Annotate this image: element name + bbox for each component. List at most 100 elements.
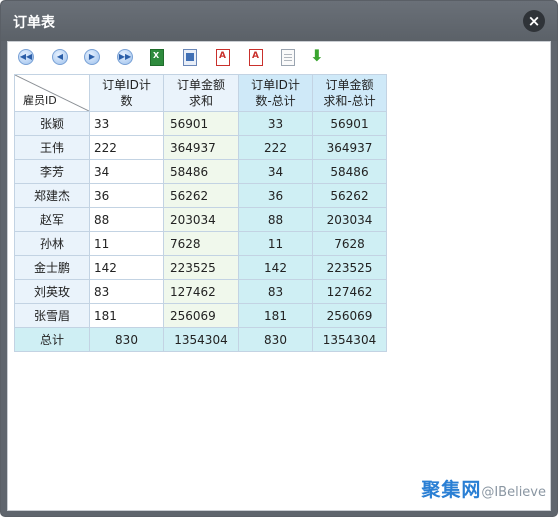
order-table-dialog: 订单表 × ◀◀ ◀ ▶ ▶▶ X A A ⬇ 雇员ID 订单ID计数 订单金额… (0, 0, 558, 517)
employee-name: 赵军 (14, 207, 90, 232)
header-order-count[interactable]: 订单ID计数 (89, 74, 164, 112)
table-row: 赵军 88 203034 88 203034 (14, 207, 387, 232)
order-count-cell: 83 (89, 279, 164, 304)
table-row: 张雪眉 181 256069 181 256069 (14, 303, 387, 328)
order-amount-total-cell: 223525 (312, 255, 387, 280)
prev-page-button[interactable]: ◀ (52, 49, 68, 65)
order-count-cell: 11 (89, 231, 164, 256)
employee-name: 张颖 (14, 111, 90, 136)
order-amount-cell: 127462 (163, 279, 239, 304)
dialog-titlebar[interactable]: 订单表 × (1, 1, 557, 41)
order-count-cell: 222 (89, 135, 164, 160)
corner-header: 雇员ID (14, 74, 90, 112)
download-button[interactable]: ⬇ (308, 46, 326, 65)
order-count-total-cell: 34 (238, 159, 313, 184)
employee-name: 金士鹏 (14, 255, 90, 280)
export-text-button[interactable] (281, 49, 295, 66)
order-count-cell: 36 (89, 183, 164, 208)
total-amount: 1354304 (163, 327, 239, 352)
order-count-total-cell: 11 (238, 231, 313, 256)
header-order-amount[interactable]: 订单金额 求和 (163, 74, 239, 112)
last-page-button[interactable]: ▶▶ (117, 49, 133, 65)
order-count-cell: 34 (89, 159, 164, 184)
order-amount-total-cell: 56262 (312, 183, 387, 208)
header-order-count-total[interactable]: 订单ID计数-总计 (238, 74, 313, 112)
employee-name: 刘英玫 (14, 279, 90, 304)
total-amount-total: 1354304 (312, 327, 387, 352)
total-row: 总计 830 1354304 830 1354304 (14, 327, 387, 352)
order-count-total-cell: 142 (238, 255, 313, 280)
header-order-amount-total[interactable]: 订单金额求和-总计 (312, 74, 387, 112)
table-row: 金士鹏 142 223525 142 223525 (14, 255, 387, 280)
order-count-cell: 88 (89, 207, 164, 232)
order-amount-cell: 7628 (163, 231, 239, 256)
order-amount-total-cell: 58486 (312, 159, 387, 184)
order-amount-total-cell: 7628 (312, 231, 387, 256)
header-row: 雇员ID 订单ID计数 订单金额求和 订单ID计数-总计 订单金额求和-总计 (14, 74, 387, 112)
employee-name: 王伟 (14, 135, 90, 160)
next-page-icon: ▶ (88, 52, 96, 61)
total-label: 总计 (14, 327, 90, 352)
order-amount-total-cell: 364937 (312, 135, 387, 160)
order-amount-cell: 56901 (163, 111, 239, 136)
order-amount-cell: 58486 (163, 159, 239, 184)
order-amount-total-cell: 256069 (312, 303, 387, 328)
order-count-total-cell: 222 (238, 135, 313, 160)
order-amount-cell: 364937 (163, 135, 239, 160)
order-amount-cell: 203034 (163, 207, 239, 232)
order-count-total-cell: 181 (238, 303, 313, 328)
watermark: 聚集网@IBelieve (421, 475, 546, 502)
table-row: 张颖 33 56901 33 56901 (14, 111, 387, 136)
pivot-table: 雇员ID 订单ID计数 订单金额求和 订单ID计数-总计 订单金额求和-总计 张… (14, 74, 387, 352)
close-button[interactable]: × (523, 10, 545, 32)
export-pdf-alt-button[interactable]: A (249, 49, 263, 66)
table-row: 孙林 11 7628 11 7628 (14, 231, 387, 256)
employee-name: 李芳 (14, 159, 90, 184)
header-line: 求和-总计 (323, 94, 376, 108)
order-amount-total-cell: 127462 (312, 279, 387, 304)
order-amount-cell: 223525 (163, 255, 239, 280)
order-amount-total-cell: 203034 (312, 207, 387, 232)
order-amount-cell: 56262 (163, 183, 239, 208)
table-body: 张颖 33 56901 33 56901 王伟 222 364937 222 364937 李芳 34… (14, 111, 387, 328)
employee-name: 张雪眉 (14, 303, 90, 328)
header-line: 订单金额 (176, 78, 225, 92)
header-line: 数-总计 (255, 94, 296, 108)
header-line: 订单ID计 (102, 78, 151, 92)
corner-label: 雇员ID (23, 94, 57, 107)
header-line: 订单ID计 (251, 78, 300, 92)
order-count-cell: 142 (89, 255, 164, 280)
watermark-handle: @IBelieve (481, 485, 546, 500)
dialog-title: 订单表 (13, 15, 55, 31)
table-row: 王伟 222 364937 222 364937 (14, 135, 387, 160)
table-row: 郑建杰 36 56262 36 56262 (14, 183, 387, 208)
export-excel-icon: X (153, 51, 160, 60)
order-count-cell: 181 (89, 303, 164, 328)
header-line: 数 (120, 94, 133, 108)
download-icon: ⬇ (310, 46, 324, 65)
export-excel-button[interactable]: X (150, 49, 164, 66)
last-page-icon: ▶▶ (118, 52, 132, 61)
employee-name: 孙林 (14, 231, 90, 256)
dialog-content: ◀◀ ◀ ▶ ▶▶ X A A ⬇ 雇员ID 订单ID计数 订单金额求和 订单I… (7, 41, 551, 511)
order-count-cell: 33 (89, 111, 164, 136)
export-word-button[interactable] (183, 49, 197, 66)
header-line: 订单金额 (325, 78, 374, 92)
order-count-total-cell: 36 (238, 183, 313, 208)
next-page-button[interactable]: ▶ (84, 49, 100, 65)
order-count-total-cell: 33 (238, 111, 313, 136)
table-row: 李芳 34 58486 34 58486 (14, 159, 387, 184)
order-amount-cell: 256069 (163, 303, 239, 328)
export-pdf-button[interactable]: A (216, 49, 230, 66)
order-count-total-cell: 88 (238, 207, 313, 232)
export-pdf-icon: A (219, 51, 226, 61)
header-line: 求和 (188, 94, 213, 108)
table-row: 刘英玫 83 127462 83 127462 (14, 279, 387, 304)
order-amount-total-cell: 56901 (312, 111, 387, 136)
export-pdf-alt-icon: A (252, 51, 259, 61)
first-page-button[interactable]: ◀◀ (18, 49, 34, 65)
order-count-total-cell: 83 (238, 279, 313, 304)
watermark-brand: 聚集网 (421, 479, 482, 501)
employee-name: 郑建杰 (14, 183, 90, 208)
total-count-total: 830 (238, 327, 313, 352)
